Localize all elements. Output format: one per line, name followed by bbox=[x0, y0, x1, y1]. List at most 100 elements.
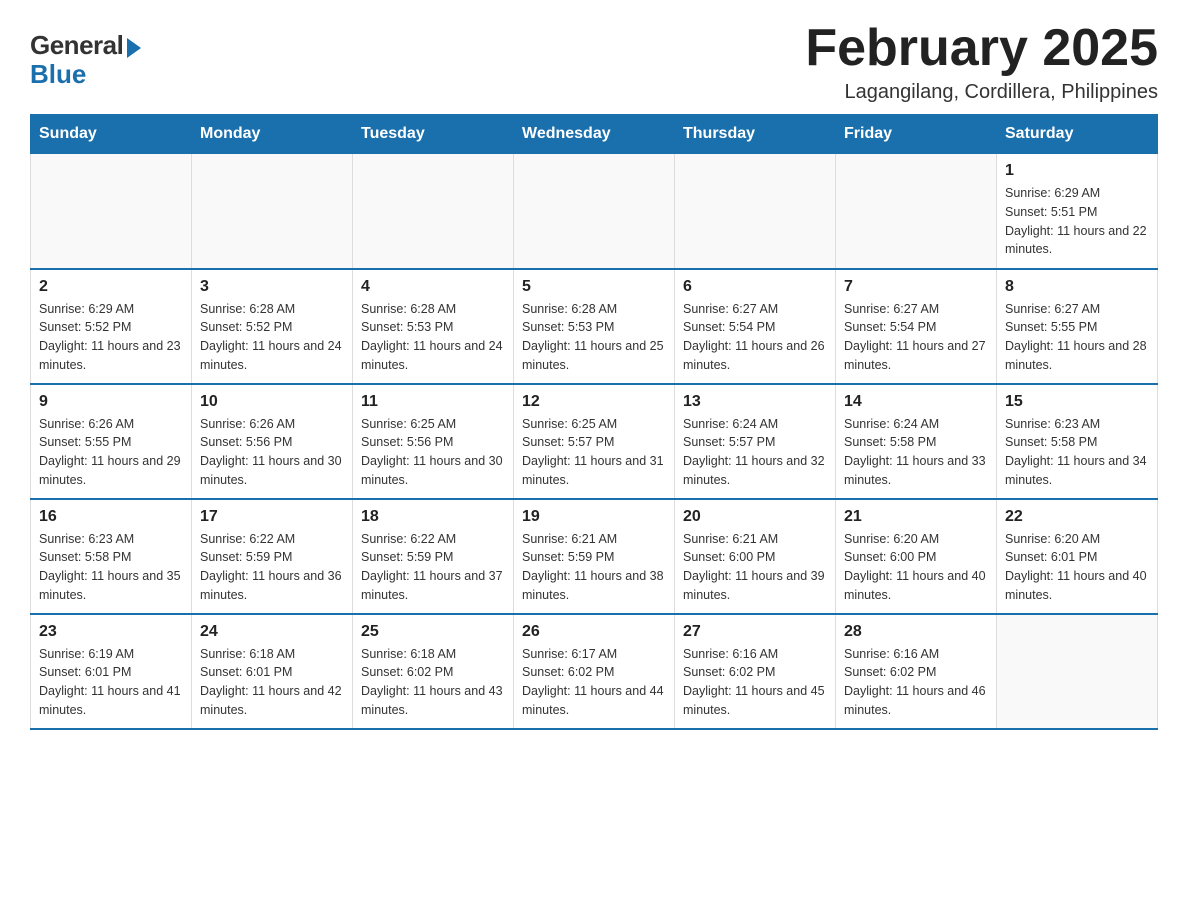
calendar-cell: 1 Sunrise: 6:29 AMSunset: 5:51 PMDaylight… bbox=[997, 154, 1158, 269]
day-number: 22 bbox=[1005, 508, 1149, 526]
day-info: Sunrise: 6:27 AMSunset: 5:54 PMDaylight:… bbox=[844, 300, 988, 375]
day-number: 21 bbox=[844, 508, 988, 526]
day-info: Sunrise: 6:25 AMSunset: 5:56 PMDaylight:… bbox=[361, 415, 505, 490]
day-info: Sunrise: 6:22 AMSunset: 5:59 PMDaylight:… bbox=[200, 530, 344, 605]
day-number: 19 bbox=[522, 508, 666, 526]
calendar-cell: 19 Sunrise: 6:21 AMSunset: 5:59 PMDayligh… bbox=[514, 499, 675, 614]
day-of-week-header: Monday bbox=[192, 115, 353, 154]
day-number: 14 bbox=[844, 393, 988, 411]
logo-arrow-icon bbox=[127, 38, 141, 58]
calendar-cell: 6 Sunrise: 6:27 AMSunset: 5:54 PMDaylight… bbox=[675, 269, 836, 384]
day-info: Sunrise: 6:26 AMSunset: 5:55 PMDaylight:… bbox=[39, 415, 183, 490]
calendar-cell: 15Sunrise: 6:23 AMSunset: 5:58 PMDayligh… bbox=[997, 384, 1158, 499]
calendar-cell: 9 Sunrise: 6:26 AMSunset: 5:55 PMDaylight… bbox=[31, 384, 192, 499]
calendar-cell: 20 Sunrise: 6:21 AMSunset: 6:00 PMDayligh… bbox=[675, 499, 836, 614]
day-number: 28 bbox=[844, 623, 988, 641]
calendar-cell: 23 Sunrise: 6:19 AMSunset: 6:01 PMDayligh… bbox=[31, 614, 192, 729]
day-of-week-header: Thursday bbox=[675, 115, 836, 154]
day-info: Sunrise: 6:16 AMSunset: 6:02 PMDaylight:… bbox=[844, 645, 988, 720]
calendar-cell: 12 Sunrise: 6:25 AMSunset: 5:57 PMDayligh… bbox=[514, 384, 675, 499]
day-info: Sunrise: 6:29 AMSunset: 5:52 PMDaylight:… bbox=[39, 300, 183, 375]
day-info: Sunrise: 6:28 AMSunset: 5:53 PMDaylight:… bbox=[361, 300, 505, 375]
day-info: Sunrise: 6:20 AMSunset: 6:01 PMDaylight:… bbox=[1005, 530, 1149, 605]
day-info: Sunrise: 6:29 AMSunset: 5:51 PMDaylight:… bbox=[1005, 184, 1149, 259]
logo-general-text: General bbox=[30, 30, 123, 61]
calendar-cell: 14 Sunrise: 6:24 AMSunset: 5:58 PMDayligh… bbox=[836, 384, 997, 499]
day-of-week-header: Saturday bbox=[997, 115, 1158, 154]
week-row: 2 Sunrise: 6:29 AMSunset: 5:52 PMDaylight… bbox=[31, 269, 1158, 384]
day-info: Sunrise: 6:24 AMSunset: 5:58 PMDaylight:… bbox=[844, 415, 988, 490]
calendar-cell: 21 Sunrise: 6:20 AMSunset: 6:00 PMDayligh… bbox=[836, 499, 997, 614]
day-number: 1 bbox=[1005, 162, 1149, 180]
calendar-cell bbox=[997, 614, 1158, 729]
day-number: 18 bbox=[361, 508, 505, 526]
day-number: 12 bbox=[522, 393, 666, 411]
day-info: Sunrise: 6:25 AMSunset: 5:57 PMDaylight:… bbox=[522, 415, 666, 490]
day-info: Sunrise: 6:16 AMSunset: 6:02 PMDaylight:… bbox=[683, 645, 827, 720]
day-number: 25 bbox=[361, 623, 505, 641]
calendar-cell: 5Sunrise: 6:28 AMSunset: 5:53 PMDaylight… bbox=[514, 269, 675, 384]
calendar-cell: 18 Sunrise: 6:22 AMSunset: 5:59 PMDayligh… bbox=[353, 499, 514, 614]
days-of-week-row: SundayMondayTuesdayWednesdayThursdayFrid… bbox=[31, 115, 1158, 154]
day-number: 9 bbox=[39, 393, 183, 411]
logo-blue-text: Blue bbox=[30, 59, 86, 90]
day-number: 15 bbox=[1005, 393, 1149, 411]
calendar-cell: 8Sunrise: 6:27 AMSunset: 5:55 PMDaylight… bbox=[997, 269, 1158, 384]
day-info: Sunrise: 6:24 AMSunset: 5:57 PMDaylight:… bbox=[683, 415, 827, 490]
day-info: Sunrise: 6:21 AMSunset: 6:00 PMDaylight:… bbox=[683, 530, 827, 605]
day-info: Sunrise: 6:28 AMSunset: 5:52 PMDaylight:… bbox=[200, 300, 344, 375]
week-row: 23 Sunrise: 6:19 AMSunset: 6:01 PMDayligh… bbox=[31, 614, 1158, 729]
calendar-cell: 26Sunrise: 6:17 AMSunset: 6:02 PMDayligh… bbox=[514, 614, 675, 729]
week-row: 16Sunrise: 6:23 AMSunset: 5:58 PMDayligh… bbox=[31, 499, 1158, 614]
day-of-week-header: Friday bbox=[836, 115, 997, 154]
week-row: 9 Sunrise: 6:26 AMSunset: 5:55 PMDaylight… bbox=[31, 384, 1158, 499]
title-block: February 2025 Lagangilang, Cordillera, P… bbox=[805, 20, 1158, 104]
day-info: Sunrise: 6:27 AMSunset: 5:54 PMDaylight:… bbox=[683, 300, 827, 375]
calendar-cell: 25 Sunrise: 6:18 AMSunset: 6:02 PMDayligh… bbox=[353, 614, 514, 729]
calendar-cell bbox=[353, 154, 514, 269]
day-info: Sunrise: 6:19 AMSunset: 6:01 PMDaylight:… bbox=[39, 645, 183, 720]
page-header: General Blue February 2025 Lagangilang, … bbox=[30, 20, 1158, 104]
calendar-cell: 16Sunrise: 6:23 AMSunset: 5:58 PMDayligh… bbox=[31, 499, 192, 614]
calendar-cell: 2 Sunrise: 6:29 AMSunset: 5:52 PMDaylight… bbox=[31, 269, 192, 384]
logo: General Blue bbox=[30, 30, 141, 90]
day-info: Sunrise: 6:18 AMSunset: 6:01 PMDaylight:… bbox=[200, 645, 344, 720]
day-info: Sunrise: 6:22 AMSunset: 5:59 PMDaylight:… bbox=[361, 530, 505, 605]
day-number: 8 bbox=[1005, 278, 1149, 296]
day-number: 17 bbox=[200, 508, 344, 526]
calendar-cell bbox=[675, 154, 836, 269]
day-number: 23 bbox=[39, 623, 183, 641]
day-info: Sunrise: 6:23 AMSunset: 5:58 PMDaylight:… bbox=[39, 530, 183, 605]
calendar-cell: 4Sunrise: 6:28 AMSunset: 5:53 PMDaylight… bbox=[353, 269, 514, 384]
day-number: 20 bbox=[683, 508, 827, 526]
week-row: 1 Sunrise: 6:29 AMSunset: 5:51 PMDaylight… bbox=[31, 154, 1158, 269]
day-number: 11 bbox=[361, 393, 505, 411]
location: Lagangilang, Cordillera, Philippines bbox=[805, 81, 1158, 104]
calendar-cell: 17 Sunrise: 6:22 AMSunset: 5:59 PMDayligh… bbox=[192, 499, 353, 614]
day-info: Sunrise: 6:18 AMSunset: 6:02 PMDaylight:… bbox=[361, 645, 505, 720]
day-of-week-header: Wednesday bbox=[514, 115, 675, 154]
calendar-cell: 22 Sunrise: 6:20 AMSunset: 6:01 PMDayligh… bbox=[997, 499, 1158, 614]
day-number: 2 bbox=[39, 278, 183, 296]
calendar-table: SundayMondayTuesdayWednesdayThursdayFrid… bbox=[30, 114, 1158, 730]
calendar-cell: 13 Sunrise: 6:24 AMSunset: 5:57 PMDayligh… bbox=[675, 384, 836, 499]
day-number: 10 bbox=[200, 393, 344, 411]
calendar-cell bbox=[31, 154, 192, 269]
day-of-week-header: Sunday bbox=[31, 115, 192, 154]
day-number: 3 bbox=[200, 278, 344, 296]
day-info: Sunrise: 6:21 AMSunset: 5:59 PMDaylight:… bbox=[522, 530, 666, 605]
month-title: February 2025 bbox=[805, 20, 1158, 77]
calendar-cell: 11 Sunrise: 6:25 AMSunset: 5:56 PMDayligh… bbox=[353, 384, 514, 499]
calendar-header: SundayMondayTuesdayWednesdayThursdayFrid… bbox=[31, 115, 1158, 154]
calendar-cell bbox=[514, 154, 675, 269]
calendar-cell: 27Sunrise: 6:16 AMSunset: 6:02 PMDayligh… bbox=[675, 614, 836, 729]
day-number: 13 bbox=[683, 393, 827, 411]
day-number: 24 bbox=[200, 623, 344, 641]
day-info: Sunrise: 6:20 AMSunset: 6:00 PMDaylight:… bbox=[844, 530, 988, 605]
calendar-cell bbox=[836, 154, 997, 269]
day-of-week-header: Tuesday bbox=[353, 115, 514, 154]
day-number: 26 bbox=[522, 623, 666, 641]
day-number: 6 bbox=[683, 278, 827, 296]
day-info: Sunrise: 6:26 AMSunset: 5:56 PMDaylight:… bbox=[200, 415, 344, 490]
calendar-cell: 10 Sunrise: 6:26 AMSunset: 5:56 PMDayligh… bbox=[192, 384, 353, 499]
